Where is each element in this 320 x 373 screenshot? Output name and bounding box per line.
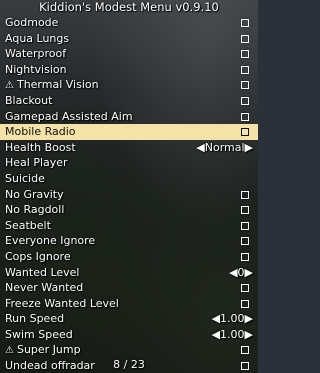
checkbox-icon[interactable]	[241, 346, 249, 355]
checkbox-icon[interactable]	[241, 81, 249, 90]
menu-item-label: Mobile Radio	[5, 125, 76, 139]
menu-item-label: Gamepad Assisted Aim	[5, 109, 133, 123]
mod-menu-panel: Kiddion's Modest Menu v0.9.10 Godmode Aqu…	[0, 0, 258, 373]
checkbox-icon[interactable]	[241, 190, 249, 199]
menu-item-label: Thermal Vision	[16, 78, 99, 92]
menu-item-health-boost[interactable]: Health Boost ◀Normal▶	[0, 140, 258, 156]
value-selector[interactable]: ◀1.00▶	[212, 311, 253, 327]
menu-item-run-speed[interactable]: Run Speed ◀1.00▶	[0, 311, 258, 327]
menu-item-mobile-radio[interactable]: Mobile Radio	[0, 124, 258, 140]
menu-item-label: No Gravity	[5, 187, 64, 201]
menu-item-label: Never Wanted	[5, 281, 84, 295]
checkbox-icon[interactable]	[241, 112, 249, 121]
menu-item-thermal-vision[interactable]: ⚠ Thermal Vision	[0, 77, 258, 93]
menu-item-label: Everyone Ignore	[5, 234, 96, 248]
menu-item-freeze-wanted-level[interactable]: Freeze Wanted Level	[0, 296, 258, 312]
menu-item-waterproof[interactable]: Waterproof	[0, 46, 258, 62]
menu-item-no-ragdoll[interactable]: No Ragdoll	[0, 202, 258, 218]
value-selector[interactable]: ◀Normal▶	[196, 140, 253, 156]
value-selector[interactable]: ◀1.00▶	[212, 327, 253, 343]
checkbox-icon[interactable]	[241, 221, 249, 230]
menu-item-label: Wanted Level	[5, 265, 80, 279]
checkbox-icon[interactable]	[241, 19, 249, 27]
checkbox-icon[interactable]	[241, 34, 249, 43]
menu-item-label: Aqua Lungs	[5, 31, 70, 45]
menu-item-aqua-lungs[interactable]: Aqua Lungs	[0, 31, 258, 47]
menu-title: Kiddion's Modest Menu v0.9.10	[39, 0, 219, 14]
menu-item-label: Run Speed	[5, 312, 65, 326]
menu-item-seatbelt[interactable]: Seatbelt	[0, 218, 258, 234]
menu-item-godmode[interactable]: Godmode	[0, 15, 258, 31]
menu-item-label: No Ragdoll	[5, 203, 65, 217]
value-selector[interactable]: ◀0▶	[229, 265, 253, 281]
page-indicator: 8 / 23	[113, 358, 145, 371]
menu-item-label: Godmode	[5, 16, 59, 29]
menu-item-label: Swim Speed	[5, 327, 73, 341]
menu-item-label: Waterproof	[5, 47, 67, 61]
checkbox-icon[interactable]	[241, 96, 249, 105]
checkbox-icon[interactable]	[241, 284, 249, 293]
menu-item-label: Seatbelt	[5, 218, 51, 232]
checkbox-icon[interactable]	[241, 252, 249, 261]
checkbox-icon[interactable]	[241, 206, 249, 215]
menu-item-label: Freeze Wanted Level	[5, 296, 119, 310]
warning-icon: ⚠	[5, 80, 14, 92]
menu-item-label: Suicide	[5, 171, 45, 185]
checkbox-icon[interactable]	[241, 128, 249, 137]
menu-item-blackout[interactable]: Blackout	[0, 93, 258, 109]
menu-list: Godmode Aqua Lungs Waterproof Nightvision ⚠ T…	[0, 15, 258, 373]
menu-item-nightvision[interactable]: Nightvision	[0, 62, 258, 78]
game-background: Kiddion's Modest Menu v0.9.10 Godmode Aqu…	[0, 0, 258, 373]
menu-item-label: Health Boost	[5, 140, 76, 154]
menu-item-label: Cops Ignore	[5, 249, 71, 263]
menu-item-suicide[interactable]: Suicide	[0, 171, 258, 187]
menu-item-wanted-level[interactable]: Wanted Level ◀0▶	[0, 265, 258, 281]
menu-item-label: Heal Player	[5, 156, 68, 170]
menu-item-everyone-ignore[interactable]: Everyone Ignore	[0, 233, 258, 249]
checkbox-icon[interactable]	[241, 237, 249, 246]
menu-item-swim-speed[interactable]: Swim Speed ◀1.00▶	[0, 327, 258, 343]
menu-item-label: Blackout	[5, 93, 53, 107]
menu-item-never-wanted[interactable]: Never Wanted	[0, 280, 258, 296]
menu-item-no-gravity[interactable]: No Gravity	[0, 187, 258, 203]
checkbox-icon[interactable]	[241, 299, 249, 308]
checkbox-icon[interactable]	[241, 50, 249, 59]
menu-item-label: Super Jump	[16, 343, 81, 357]
checkbox-icon[interactable]	[241, 65, 249, 74]
menu-item-heal-player[interactable]: Heal Player	[0, 155, 258, 171]
menu-item-cops-ignore[interactable]: Cops Ignore	[0, 249, 258, 265]
menu-item-gamepad-assisted-aim[interactable]: Gamepad Assisted Aim	[0, 109, 258, 125]
menu-item-label: Nightvision	[5, 62, 67, 76]
